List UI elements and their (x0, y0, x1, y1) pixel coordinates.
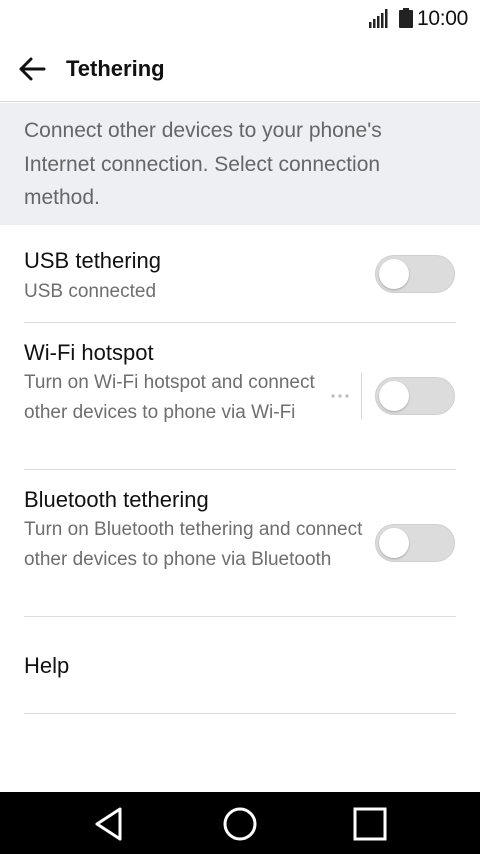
setting-subtitle: Turn on Wi-Fi hotspot and connect other … (24, 372, 315, 423)
app-bar: Tethering (0, 36, 480, 102)
setting-row-usb-tethering[interactable]: USB tethering USB connected (0, 225, 480, 323)
signal-icon (369, 9, 388, 28)
back-triangle-icon[interactable] (89, 804, 129, 844)
toggle-knob (379, 381, 409, 411)
setting-title: Wi-Fi hotspot (24, 340, 154, 365)
page-title: Tethering (66, 56, 165, 81)
setting-title: Help (24, 653, 70, 678)
arrow-left-icon[interactable] (16, 53, 48, 85)
navigation-bar (0, 792, 480, 854)
status-time: 10:00 (417, 7, 469, 30)
recents-square-icon[interactable] (350, 804, 390, 844)
battery-icon (399, 8, 413, 28)
setting-subtitle: Turn on Bluetooth tethering and connect … (24, 519, 363, 570)
setting-title: USB tethering (24, 248, 161, 273)
divider (24, 713, 456, 714)
setting-row-wifi-hotspot[interactable]: Wi-Fi hotspot Turn on Wi-Fi hotspot and … (0, 323, 480, 470)
setting-row-bluetooth-tethering[interactable]: Bluetooth tethering Turn on Bluetooth te… (0, 470, 480, 617)
wifi-hotspot-toggle[interactable] (375, 377, 455, 415)
setting-title: Bluetooth tethering (24, 487, 209, 512)
usb-tethering-toggle[interactable] (375, 255, 455, 293)
vertical-separator (361, 373, 362, 419)
status-bar: 10:00 (0, 0, 480, 36)
toggle-knob (379, 528, 409, 558)
toggle-knob (379, 259, 409, 289)
setting-row-help[interactable]: Help (0, 617, 480, 714)
more-horizontal-icon[interactable] (329, 391, 351, 401)
home-circle-icon[interactable] (220, 804, 260, 844)
bluetooth-tethering-toggle[interactable] (375, 524, 455, 562)
description-panel: Connect other devices to your phone's In… (0, 103, 480, 225)
description-text: Connect other devices to your phone's In… (24, 119, 382, 209)
setting-subtitle: USB connected (24, 281, 157, 302)
